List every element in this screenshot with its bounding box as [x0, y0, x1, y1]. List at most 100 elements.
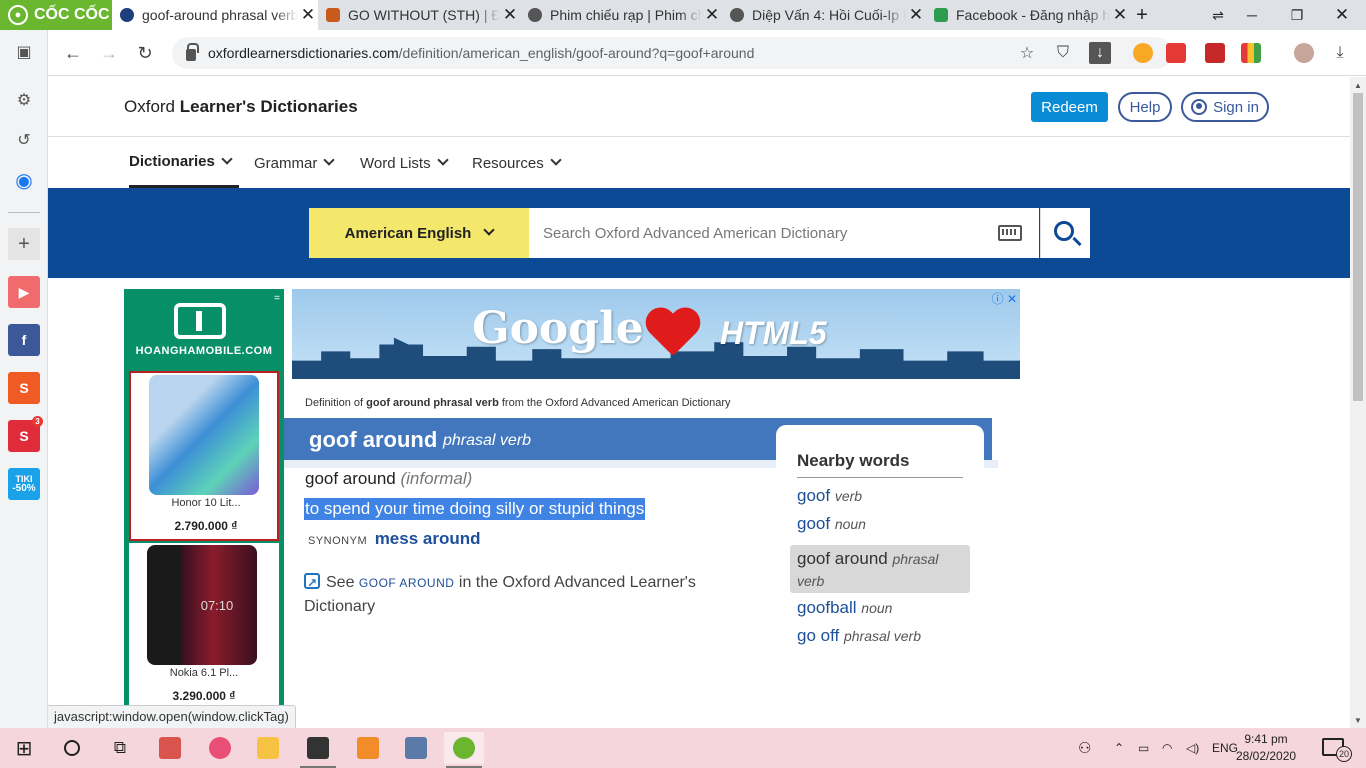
help-button[interactable]: Help: [1118, 92, 1172, 122]
see-also-link[interactable]: See GOOF AROUND in the Oxford Advanced L…: [304, 571, 744, 619]
file-explorer-icon[interactable]: [248, 732, 288, 764]
tray-chevron-icon[interactable]: ⌃: [1114, 728, 1124, 768]
youtube-icon[interactable]: ▶: [8, 276, 40, 308]
back-icon[interactable]: ←: [58, 38, 88, 68]
foxit-pdf-icon[interactable]: [348, 732, 388, 764]
nearby-item[interactable]: goof noun: [797, 514, 866, 534]
lock-icon: [186, 43, 199, 61]
search-circle-icon[interactable]: [52, 732, 92, 764]
keyboard-icon[interactable]: [998, 225, 1022, 241]
scroll-down-icon[interactable]: ▼: [1350, 712, 1366, 728]
tab-diep-van[interactable]: Diệp Vấn 4: Hồi Cuối-Ip Man ✕: [722, 0, 926, 30]
tab-goof-around[interactable]: goof-around phrasal verb ✕: [112, 0, 318, 30]
ad-product-card[interactable]: 07:10 Nokia 6.1 Pl... 3.290.000 ₫: [129, 543, 279, 713]
sendo-icon[interactable]: S3: [8, 416, 43, 452]
banner-html5-text: HTML5: [720, 315, 827, 351]
tab-phim-chieu-rap[interactable]: Phim chiếu rạp | Phim chiếu ✕: [520, 0, 722, 30]
windows-start-icon[interactable]: ⊞: [4, 732, 44, 764]
scroll-up-icon[interactable]: ▲: [1350, 77, 1366, 93]
ad-hoanghamobile[interactable]: = HOANGHAMOBILE.COM Honor 10 Lit... 2.79…: [124, 289, 284, 728]
search-button[interactable]: [1040, 208, 1090, 258]
site-logo[interactable]: Oxford Learner's Dictionaries: [124, 97, 358, 117]
coccoc-logo-icon: ●: [8, 5, 28, 25]
site-nav: Dictionaries Grammar Word Lists Resource…: [48, 138, 1350, 188]
close-tab-icon[interactable]: ✕: [702, 5, 722, 25]
dictionary-select[interactable]: American English: [309, 208, 529, 258]
ad-product-card[interactable]: Honor 10 Lit... 2.790.000 ₫: [129, 371, 279, 541]
adchoices-icon[interactable]: ⓘ ✕: [992, 290, 1017, 307]
extension-icon[interactable]: [1133, 43, 1153, 63]
notification-badge: 3: [32, 416, 43, 427]
extension-new-icon[interactable]: [1166, 43, 1186, 63]
new-tab-button[interactable]: +: [1120, 0, 1164, 30]
nav-word-lists[interactable]: Word Lists: [360, 138, 449, 188]
redeem-button[interactable]: Redeem: [1031, 92, 1108, 122]
page-viewport: Oxford Learner's Dictionaries Redeem Hel…: [48, 77, 1350, 728]
nearby-item-current[interactable]: goof around phrasal verb: [790, 545, 970, 593]
synonym-row: SYNONYM mess around: [308, 529, 481, 548]
download-page-icon[interactable]: ↓: [1089, 42, 1111, 64]
extension-icon[interactable]: [1205, 43, 1225, 63]
battery-icon[interactable]: ▭: [1138, 728, 1149, 768]
taskbar-app-icon[interactable]: [298, 732, 338, 768]
minimize-button[interactable]: ─: [1230, 0, 1274, 30]
language-indicator[interactable]: ENG: [1212, 728, 1238, 768]
taskbar-app-icon[interactable]: [200, 732, 240, 764]
close-tab-icon[interactable]: ✕: [906, 5, 926, 25]
definition-text: to spend your time doing silly or stupid…: [304, 498, 646, 520]
add-app-icon[interactable]: +: [8, 228, 40, 260]
reload-icon[interactable]: ↻: [130, 38, 160, 68]
tiki-icon[interactable]: TIKI -50%: [8, 468, 40, 500]
headword: goof around: [309, 427, 438, 452]
bookmark-star-icon[interactable]: ☆: [1012, 38, 1042, 68]
banner-google-text: Google: [472, 303, 644, 354]
user-icon: [1191, 99, 1208, 115]
status-bar: javascript:window.open(window.clickTag): [48, 705, 296, 728]
sense-headword: goof around (informal): [305, 469, 473, 488]
profile-avatar[interactable]: [1294, 43, 1314, 63]
messenger-icon[interactable]: ◉: [8, 164, 40, 196]
extension-icon[interactable]: [1241, 43, 1261, 63]
shopee-icon[interactable]: S: [8, 372, 40, 404]
ad-menu-icon[interactable]: =: [274, 293, 280, 304]
clock[interactable]: 9:41 pm 28/02/2020: [1236, 731, 1296, 765]
volume-icon[interactable]: ◁): [1186, 728, 1199, 768]
coccoc-menu-button[interactable]: ● CỐC CỐC: [0, 0, 112, 30]
synonym-link[interactable]: mess around: [375, 529, 481, 548]
notification-center-icon[interactable]: 20: [1322, 738, 1352, 762]
people-icon[interactable]: ⚇: [1078, 728, 1091, 768]
forward-icon[interactable]: →: [94, 38, 124, 68]
nav-grammar[interactable]: Grammar: [254, 138, 336, 188]
settings-icon[interactable]: ⚙: [8, 84, 40, 116]
chevron-down-icon: [483, 224, 496, 236]
nav-resources[interactable]: Resources: [472, 138, 562, 188]
downloads-icon[interactable]: ⤓: [1325, 38, 1355, 68]
nearby-item[interactable]: goofball noun: [797, 598, 892, 618]
tab-go-without[interactable]: GO WITHOUT (STH) | Định nghĩa ✕: [318, 0, 520, 30]
close-tab-icon[interactable]: ✕: [500, 5, 520, 25]
nearby-item[interactable]: goof verb: [797, 486, 862, 506]
history-icon[interactable]: ↺: [8, 124, 40, 156]
nearby-item[interactable]: go off phrasal verb: [797, 626, 921, 646]
scrollbar-thumb[interactable]: [1353, 93, 1363, 401]
close-window-button[interactable]: ✕: [1320, 0, 1364, 30]
shield-icon[interactable]: ⛉: [1048, 38, 1078, 68]
page-scrollbar[interactable]: ▲ ▼: [1350, 77, 1366, 728]
facebook-icon[interactable]: f: [8, 324, 40, 356]
nav-dictionaries[interactable]: Dictionaries: [129, 138, 239, 188]
search-input[interactable]: Search Oxford Advanced American Dictiona…: [529, 208, 1039, 258]
sidebar-toggle-icon[interactable]: ▣: [8, 36, 40, 68]
sign-in-button[interactable]: Sign in: [1181, 92, 1269, 122]
taskbar-app-icon[interactable]: [396, 732, 436, 764]
external-link-icon: [304, 571, 320, 595]
coccoc-taskbar-icon[interactable]: [444, 732, 484, 768]
taskbar-app-icon[interactable]: [150, 732, 190, 764]
task-view-icon[interactable]: ⧉: [100, 732, 140, 764]
oxford-favicon-icon: [120, 8, 134, 22]
wifi-icon[interactable]: ◠: [1162, 728, 1172, 768]
film-favicon-icon: [730, 8, 744, 22]
close-tab-icon[interactable]: ✕: [298, 5, 318, 25]
tab-facebook[interactable]: Facebook - Đăng nhập hoặc ✕: [926, 0, 1130, 30]
restore-button[interactable]: ❐: [1275, 0, 1319, 30]
ad-banner[interactable]: Google HTML5 ⓘ ✕: [292, 289, 1020, 379]
